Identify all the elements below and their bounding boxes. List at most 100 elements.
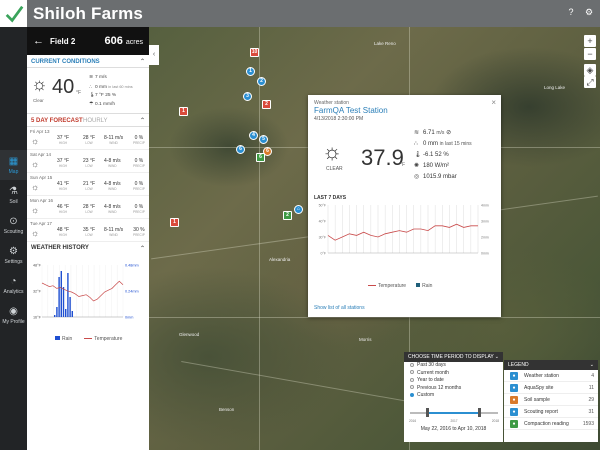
layers-icon[interactable]: ◈ (584, 64, 596, 76)
scouting-marker[interactable]: 4 (249, 131, 258, 140)
fullscreen-icon[interactable]: ⤢ (584, 76, 596, 88)
current-humidity: 25 % (105, 93, 117, 98)
forecast-day-name: Sun Apr 15 (30, 175, 53, 180)
scouting-marker[interactable]: 6 (236, 145, 245, 154)
range-start-handle[interactable] (426, 408, 429, 417)
weather-station-marker[interactable]: ⌂ (294, 205, 303, 214)
time-period-option[interactable]: Previous 12 months (404, 385, 503, 393)
popup-dew: -6.1 (423, 152, 434, 158)
compaction-marker[interactable]: 2 (283, 211, 292, 220)
chevron-up-icon[interactable]: ⌃ (140, 245, 145, 252)
nav-analytics[interactable]: ◔ Analytics (0, 270, 27, 300)
nav-soil[interactable]: ⚗ Soil (0, 180, 27, 210)
settings-icon[interactable]: ⚙ (584, 7, 594, 17)
legend-row[interactable]: ● AquaSpy site 11 (504, 382, 598, 394)
field-acres-unit: acres (125, 39, 143, 46)
nav-scouting[interactable]: ⊙ Scouting (0, 210, 27, 240)
back-arrow-icon[interactable]: ← (33, 35, 44, 47)
map-label: Glenwood (179, 332, 200, 337)
logo-icon[interactable] (0, 0, 27, 27)
weather-history-label: WEATHER HISTORY (31, 245, 89, 251)
forecast-high-label: HIGH (59, 164, 67, 168)
time-period-option[interactable]: Custom (404, 392, 503, 400)
nav-map-label: Map (8, 168, 19, 175)
legend-row-label: Soil sample (524, 397, 550, 403)
rain-bar (67, 273, 69, 317)
forecast-precip: 0 % PRECIP (133, 135, 145, 145)
legend-rain-label: Rain (422, 283, 433, 289)
chevron-up-icon[interactable]: ⌃ (140, 117, 145, 124)
time-period-option[interactable]: Past 30 days (404, 362, 503, 370)
chevron-down-icon[interactable]: ⌄ (590, 360, 594, 370)
rain-icon: ∴ (414, 141, 418, 147)
soil-sample-marker[interactable]: 2 (262, 100, 271, 109)
show-all-stations-link[interactable]: Show list of all stations (314, 305, 365, 311)
y2-tick-label: 0mm (481, 252, 489, 256)
nav-scouting-label: Scouting (3, 228, 24, 235)
forecast-low: 28 °F LOW (83, 135, 95, 145)
zoom-out-button[interactable]: − (584, 48, 596, 60)
forecast-low-label: LOW (85, 187, 93, 191)
forecast-day: Tue Apr 17 ☼ 48 °F HIGH 35 °F LOW 8-11 m/s WIND… (27, 219, 149, 242)
time-period-option[interactable]: Current month (404, 370, 503, 378)
forecast-high: 46 °F HIGH (57, 204, 69, 214)
zoom-in-button[interactable]: + (584, 35, 596, 47)
forecast-wind: 4-8 m/s WIND (104, 181, 121, 191)
help-icon[interactable]: ? (566, 7, 576, 17)
legend-header[interactable]: LEGEND ⌄ (504, 360, 598, 370)
weather-station-marker[interactable]: 1 (246, 67, 255, 76)
nav-profile[interactable]: ◉ My Profile (0, 300, 27, 330)
compaction-marker[interactable]: 6 (256, 153, 265, 162)
forecast-low: 23 °F LOW (83, 158, 95, 168)
radio-icon[interactable] (410, 370, 414, 375)
top-bar: Shiloh Farms ? ⚙ (0, 0, 600, 27)
legend-row[interactable]: ● Compaction reading 1593 (504, 418, 598, 430)
soil-sample-marker[interactable]: 1 (170, 218, 179, 227)
forecast-low-label: LOW (85, 164, 93, 168)
radio-icon[interactable] (410, 393, 414, 398)
date-range-slider[interactable] (410, 412, 498, 414)
forecast-day: Sat Apr 14 ☼ 37 °F HIGH 23 °F LOW 4-8 m/s WIND 0… (27, 150, 149, 173)
scouting-marker[interactable]: 5 (259, 135, 268, 144)
weather-history-legend: Rain Temperature (55, 336, 122, 342)
forecast-precip: 0 % PRECIP (133, 158, 145, 168)
legend-row[interactable]: ● Scouting report 31 (504, 406, 598, 418)
chevron-up-icon[interactable]: ⌃ (140, 58, 145, 65)
popup-station-name[interactable]: FarmQA Test Station (314, 106, 388, 115)
forecast-low-label: LOW (85, 233, 93, 237)
radio-icon[interactable] (410, 385, 414, 390)
current-precip: 0.1 mm/h (95, 101, 115, 107)
nav-settings[interactable]: ⚙ Settings (0, 240, 27, 270)
time-period-option-label: Previous 12 months (417, 384, 462, 391)
current-conditions-title[interactable]: CURRENT CONDITIONS ⌃ (27, 55, 149, 68)
nav-map[interactable]: ▦ Map (0, 150, 27, 180)
radio-icon[interactable] (410, 377, 414, 382)
radio-icon[interactable] (410, 362, 414, 367)
legend-row[interactable]: ● Weather station 4 (504, 370, 598, 382)
range-end-handle[interactable] (478, 408, 481, 417)
forecast-wind-label: WIND (109, 141, 118, 145)
time-period-header[interactable]: CHOOSE TIME PERIOD TO DISPLAY ⌄ (404, 352, 503, 362)
left-nav: ▦ Map ⚗ Soil ⊙ Scouting ⚙ Settings ◔ Ana… (0, 27, 27, 450)
aquaspy-marker[interactable]: 3 (243, 92, 252, 101)
time-period-option[interactable]: Year to date (404, 377, 503, 385)
y2-tick-label: 0.48mm (125, 264, 139, 268)
weather-history-title[interactable]: WEATHER HISTORY ⌃ (27, 242, 149, 253)
legend-temp-label: Temperature (378, 283, 407, 289)
forecast-precip-label: PRECIP (133, 233, 145, 237)
collapse-panel-button[interactable]: ‹ (149, 45, 159, 65)
map-legend: LEGEND ⌄ ● Weather station 4 ● AquaSpy site 11… (504, 360, 598, 442)
current-rain-note: in last 60 mins (108, 84, 133, 89)
popup-rain-note: in last 15 mins (439, 141, 472, 147)
sun-icon: ☼ (31, 228, 40, 238)
sun-icon: ☼ (31, 205, 40, 215)
legend-row[interactable]: ● Soil sample 29 (504, 394, 598, 406)
close-icon[interactable]: × (491, 98, 496, 107)
chevron-down-icon[interactable]: ⌄ (495, 352, 499, 362)
hourly-tab[interactable]: HOURLY (83, 118, 108, 124)
forecast-header[interactable]: 5 DAY FORECAST HOURLY ⌃ (27, 114, 149, 127)
soil-sample-marker[interactable]: 10 (250, 48, 259, 57)
sun-icon: ☼ (31, 159, 40, 169)
soil-sample-marker[interactable]: 1 (179, 107, 188, 116)
aquaspy-marker[interactable]: 2 (257, 77, 266, 86)
